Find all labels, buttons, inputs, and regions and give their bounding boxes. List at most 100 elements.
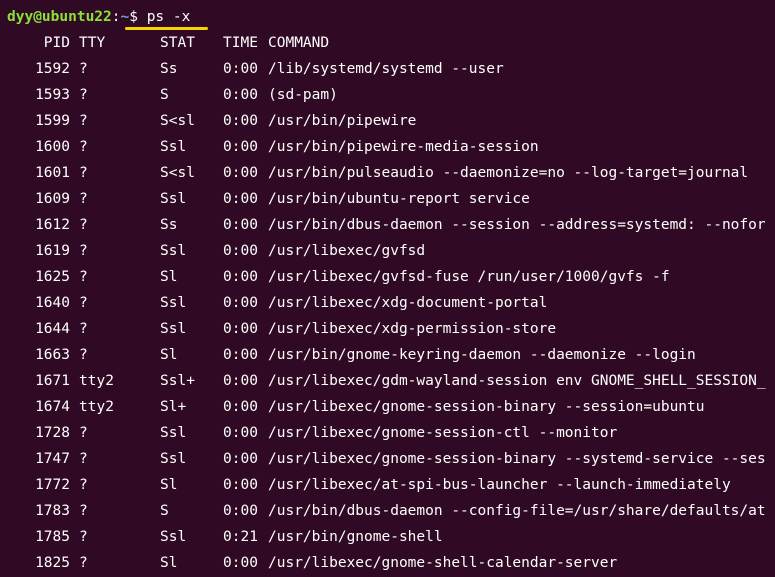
process-time: 0:00 [223,373,258,389]
process-command: /usr/libexec/gnome-session-binary --sess… [268,399,705,415]
process-pid: 1592 [35,61,70,77]
header-time: TIME [223,35,258,51]
process-tty: ? [79,503,88,519]
process-tty: ? [79,191,88,207]
process-command: /usr/bin/gnome-keyring-daemon --daemoniz… [268,347,696,363]
process-pid: 1747 [35,451,70,467]
process-pid: 1825 [35,555,70,571]
process-command: /usr/bin/pipewire [268,113,417,129]
process-time: 0:00 [223,399,258,415]
process-command: /usr/libexec/xdg-document-portal [268,295,548,311]
table-row: 1671 tty2 Ssl+ 0:00/usr/libexec/gdm-wayland… [0,368,775,394]
process-time: 0:00 [223,503,258,519]
table-row: 1825? Sl 0:00/usr/libexec/gnome-shell-cale… [0,550,775,576]
process-pid: 1728 [35,425,70,441]
process-tty: tty2 [79,399,114,415]
process-pid: 1612 [35,217,70,233]
process-stat: Ssl+ [160,373,195,389]
process-pid: 1601 [35,165,70,181]
process-command: /lib/systemd/systemd --user [268,61,504,77]
process-stat: Ssl [160,321,187,337]
prompt-command: ps -x [146,9,191,25]
process-stat: Ssl [160,295,187,311]
prompt-dollar: $ [129,9,138,25]
process-command: /usr/bin/pipewire-media-session [268,139,539,155]
process-pid: 1619 [35,243,70,259]
process-pid: 1625 [35,269,70,285]
process-command: /usr/libexec/gnome-session-ctl --monitor [268,425,618,441]
process-stat: S<sl [160,113,195,129]
process-pid: 1640 [35,295,70,311]
process-tty: tty2 [79,373,114,389]
process-tty: ? [79,61,88,77]
process-time: 0:00 [223,243,258,259]
prompt-path: ~ [120,9,130,25]
process-time: 0:00 [223,477,258,493]
process-time: 0:00 [223,217,258,233]
process-time: 0:00 [223,425,258,441]
process-tty: ? [79,555,88,571]
process-time: 0:00 [223,321,258,337]
table-row: 1612? Ss 0:00/usr/bin/dbus-daemon --sessio… [0,212,775,238]
process-stat: Ssl [160,425,187,441]
terminal-window[interactable]: dyy@ubuntu22:~$ ps -x PID TTY STAT TIME … [0,0,775,577]
prompt-colon: : [111,9,121,25]
process-command: /usr/libexec/at-spi-bus-launcher --launc… [268,477,731,493]
process-pid: 1663 [35,347,70,363]
process-stat: S [160,87,169,103]
table-row: 1592? Ss 0:00/lib/systemd/systemd --user [0,56,775,82]
process-pid: 1772 [35,477,70,493]
process-command: /usr/libexec/gnome-session-binary --syst… [268,451,766,467]
process-time: 0:00 [223,61,258,77]
process-stat: Sl [160,555,178,571]
process-tty: ? [79,113,88,129]
process-time: 0:00 [223,555,258,571]
process-command: /usr/bin/ubuntu-report service [268,191,530,207]
table-row: 1772? Sl 0:00/usr/libexec/at-spi-bus-launc… [0,472,775,498]
table-row: 1599? S<sl 0:00/usr/bin/pipewire [0,108,775,134]
process-command: /usr/bin/pulseaudio --daemonize=no --log… [268,165,749,181]
process-table: PID TTY STAT TIME COMMAND 1592? Ss 0:00/li… [0,30,775,576]
process-stat: Sl [160,347,178,363]
table-row: 1600? Ssl 0:00/usr/bin/pipewire-media-sess… [0,134,775,160]
header-stat: STAT [160,35,195,51]
process-time: 0:00 [223,139,258,155]
table-row: 1674 tty2 Sl+ 0:00/usr/libexec/gnome-sessio… [0,394,775,420]
process-pid: 1785 [35,529,70,545]
process-pid: 1674 [35,399,70,415]
process-time: 0:00 [223,113,258,129]
process-time: 0:00 [223,295,258,311]
process-time: 0:00 [223,269,258,285]
table-row: 1640? Ssl 0:00/usr/libexec/xdg-document-po… [0,290,775,316]
table-row: 1644? Ssl 0:00/usr/libexec/xdg-permission-… [0,316,775,342]
process-tty: ? [79,217,88,233]
process-rows: 1592? Ss 0:00/lib/systemd/systemd --user 15… [0,56,775,576]
process-tty: ? [79,243,88,259]
table-row: 1601? S<sl 0:00/usr/bin/pulseaudio --daemo… [0,160,775,186]
process-stat: Ss [160,61,178,77]
process-stat: S [160,503,169,519]
table-row: 1609? Ssl 0:00/usr/bin/ubuntu-report servi… [0,186,775,212]
table-row: 1785? Ssl 0:21/usr/bin/gnome-shell [0,524,775,550]
process-stat: Sl [160,477,178,493]
process-tty: ? [79,425,88,441]
process-pid: 1599 [35,113,70,129]
process-command: /usr/bin/gnome-shell [268,529,443,545]
process-tty: ? [79,451,88,467]
process-time: 0:00 [223,347,258,363]
process-tty: ? [79,477,88,493]
process-pid: 1609 [35,191,70,207]
process-tty: ? [79,269,88,285]
process-command: /usr/libexec/gvfsd-fuse /run/user/1000/g… [268,269,670,285]
process-stat: Ssl [160,451,187,467]
process-pid: 1593 [35,87,70,103]
process-time: 0:00 [223,165,258,181]
prompt-user-host: dyy@ubuntu22 [7,9,112,25]
process-tty: ? [79,87,88,103]
process-command: /usr/bin/dbus-daemon --config-file=/usr/… [268,503,766,519]
process-stat: Ss [160,217,178,233]
process-command: /usr/libexec/xdg-permission-store [268,321,557,337]
table-row: 1728? Ssl 0:00/usr/libexec/gnome-session-c… [0,420,775,446]
process-command: /usr/libexec/gvfsd [268,243,426,259]
table-row: 1593? S 0:00 (sd-pam) [0,82,775,108]
